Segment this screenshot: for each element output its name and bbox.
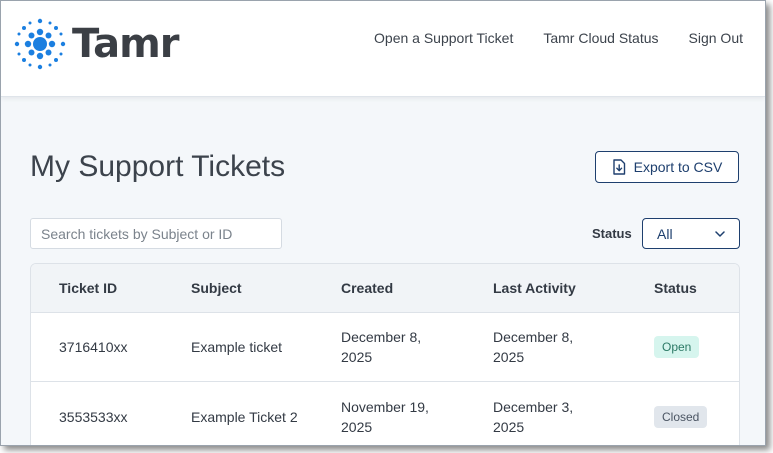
ticket-last-activity: December 8, 2025 <box>493 327 573 367</box>
export-csv-label: Export to CSV <box>633 159 723 175</box>
column-header-ticket-id[interactable]: Ticket ID <box>59 280 117 296</box>
app-window: Tamr Open a Support Ticket Tamr Cloud St… <box>0 0 766 446</box>
ticket-id[interactable]: 3553533xx <box>59 407 128 427</box>
column-header-created[interactable]: Created <box>341 280 393 296</box>
top-nav: Open a Support Ticket Tamr Cloud Status … <box>374 29 743 47</box>
last-activity-year-line: 2025 <box>493 349 525 365</box>
last-activity-year-line: 2025 <box>493 419 525 435</box>
table-row[interactable]: 3553533xx Example Ticket 2 November 19, … <box>31 382 739 445</box>
top-header: Tamr Open a Support Ticket Tamr Cloud St… <box>1 1 765 97</box>
status-badge: Open <box>654 336 700 358</box>
search-input[interactable] <box>30 218 282 249</box>
table-row[interactable]: 3716410xx Example ticket December 8, 202… <box>31 313 739 382</box>
file-download-icon <box>612 159 625 175</box>
ticket-id[interactable]: 3716410xx <box>59 337 128 357</box>
created-date-line: December 8, <box>341 329 422 345</box>
created-date-line: November 19, <box>341 399 429 415</box>
nav-sign-out[interactable]: Sign Out <box>689 29 743 47</box>
page-title: My Support Tickets <box>30 150 286 183</box>
export-csv-button[interactable]: Export to CSV <box>595 151 739 183</box>
table-header: Ticket ID Subject Created Last Activity … <box>31 264 739 313</box>
ticket-subject[interactable]: Example ticket <box>191 337 282 357</box>
created-year-line: 2025 <box>341 419 373 435</box>
tamr-logo[interactable]: Tamr <box>10 13 190 75</box>
chevron-down-icon <box>715 230 725 237</box>
status-badge: Closed <box>654 406 708 428</box>
ticket-last-activity: December 3, 2025 <box>493 397 573 437</box>
ticket-created-date: December 8, 2025 <box>341 327 421 367</box>
column-header-last-activity[interactable]: Last Activity <box>493 280 576 296</box>
ticket-subject[interactable]: Example Ticket 2 <box>191 407 298 427</box>
nav-open-support-ticket[interactable]: Open a Support Ticket <box>374 29 513 47</box>
status-filter-label: Status <box>592 226 632 241</box>
logo-dots-icon <box>14 18 66 70</box>
last-activity-date-line: December 3, <box>493 399 574 415</box>
ticket-created-date: November 19, 2025 <box>341 397 429 437</box>
created-year-line: 2025 <box>341 349 373 365</box>
column-header-subject[interactable]: Subject <box>191 280 242 296</box>
status-dropdown[interactable]: All <box>642 218 740 249</box>
status-dropdown-value: All <box>657 225 673 242</box>
last-activity-date-line: December 8, <box>493 329 574 345</box>
brand-name: Tamr <box>72 21 180 67</box>
column-header-status[interactable]: Status <box>654 280 697 296</box>
nav-cloud-status[interactable]: Tamr Cloud Status <box>543 29 658 47</box>
tickets-table: Ticket ID Subject Created Last Activity … <box>30 263 740 445</box>
